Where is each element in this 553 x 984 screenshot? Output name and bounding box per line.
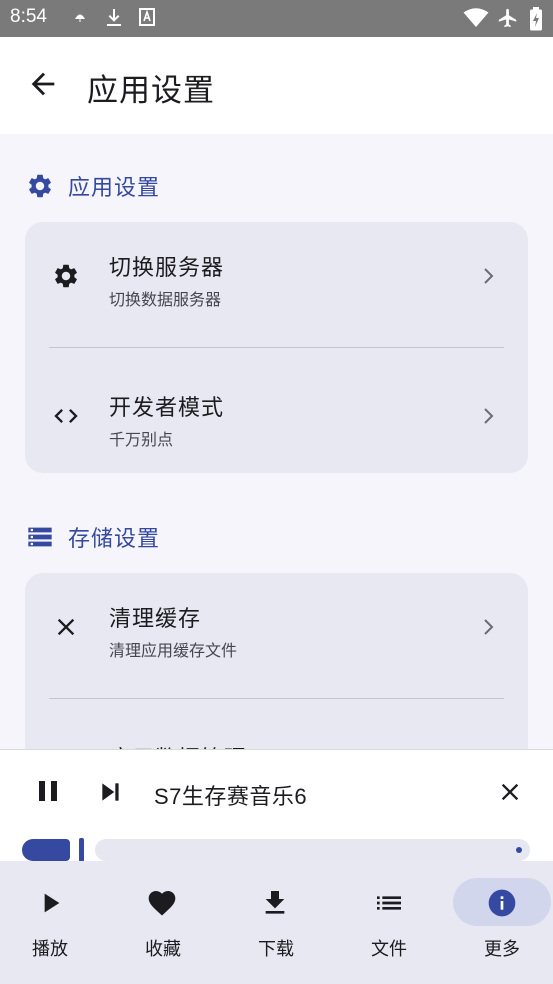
nav-item-files[interactable]: 文件 (330, 861, 440, 984)
nav-item-more[interactable]: 更多 (443, 861, 553, 984)
heart-icon (148, 891, 176, 916)
list-icon (377, 896, 401, 910)
skip-next-icon[interactable] (98, 779, 124, 805)
back-arrow-icon[interactable] (26, 67, 60, 101)
nav-label: 更多 (484, 939, 520, 960)
code-icon (54, 409, 78, 423)
item-subtitle: 切换数据服务器 (109, 290, 222, 309)
status-time: 8:54 (10, 6, 47, 27)
item-title: 切换服务器 (109, 256, 225, 281)
nav-item-play[interactable]: 播放 (0, 861, 110, 984)
page-title: 应用设置 (87, 73, 215, 109)
pause-icon[interactable] (36, 778, 62, 806)
download-status-icon (107, 9, 121, 26)
font-status-icon (139, 8, 155, 26)
info-icon (488, 889, 516, 917)
chevron-right-icon (484, 268, 494, 284)
section-header-storage-settings: 存储设置 (26, 521, 160, 553)
divider (49, 347, 504, 348)
clear-cache-item[interactable]: 清理缓存 清理应用缓存文件 (25, 573, 528, 683)
bottom-nav: 播放 收藏 下载 文件 更多 (0, 861, 553, 984)
storage-icon (28, 527, 52, 547)
close-icon (57, 618, 75, 636)
download-icon (265, 891, 285, 914)
item-title: 开发者模式 (109, 396, 225, 421)
progress-thumb[interactable] (79, 838, 84, 862)
nav-item-download[interactable]: 下载 (220, 861, 330, 984)
nav-item-favorites[interactable]: 收藏 (110, 861, 220, 984)
progress-fill (22, 839, 70, 861)
app-bar: 应用设置 (0, 37, 553, 134)
nav-label: 收藏 (145, 939, 181, 960)
gear-icon (55, 264, 77, 288)
item-title: 清理缓存 (109, 607, 202, 632)
nav-label: 下载 (258, 939, 294, 960)
chevron-right-icon (484, 619, 494, 635)
status-bar: 8:54 (0, 0, 553, 37)
settings-card-app: 切换服务器 切换数据服务器 开发者模式 千万别点 (25, 222, 528, 473)
switch-server-item[interactable]: 切换服务器 切换数据服务器 (25, 222, 528, 332)
section-header-app-settings: 应用设置 (26, 170, 160, 202)
song-title: S7生存赛音乐6 (154, 784, 308, 809)
close-icon[interactable] (496, 778, 524, 806)
progress-end-dot (516, 847, 522, 853)
section-title: 存储设置 (68, 527, 161, 552)
chevron-right-icon (484, 408, 494, 424)
battery-icon (530, 7, 542, 31)
nav-label: 文件 (371, 939, 407, 960)
item-subtitle: 清理应用缓存文件 (109, 641, 238, 660)
item-subtitle: 千万别点 (109, 430, 174, 449)
divider (49, 698, 504, 699)
nav-label: 播放 (32, 939, 68, 960)
gear-icon (29, 174, 51, 198)
mini-player: S7生存赛音乐6 (0, 749, 553, 862)
progress-track[interactable] (95, 839, 530, 861)
wifi-icon (463, 8, 489, 27)
weather-icon (75, 14, 85, 22)
section-title: 应用设置 (68, 176, 161, 201)
airplane-icon (498, 8, 517, 28)
play-icon (44, 893, 60, 913)
developer-mode-item[interactable]: 开发者模式 千万别点 (25, 362, 528, 472)
